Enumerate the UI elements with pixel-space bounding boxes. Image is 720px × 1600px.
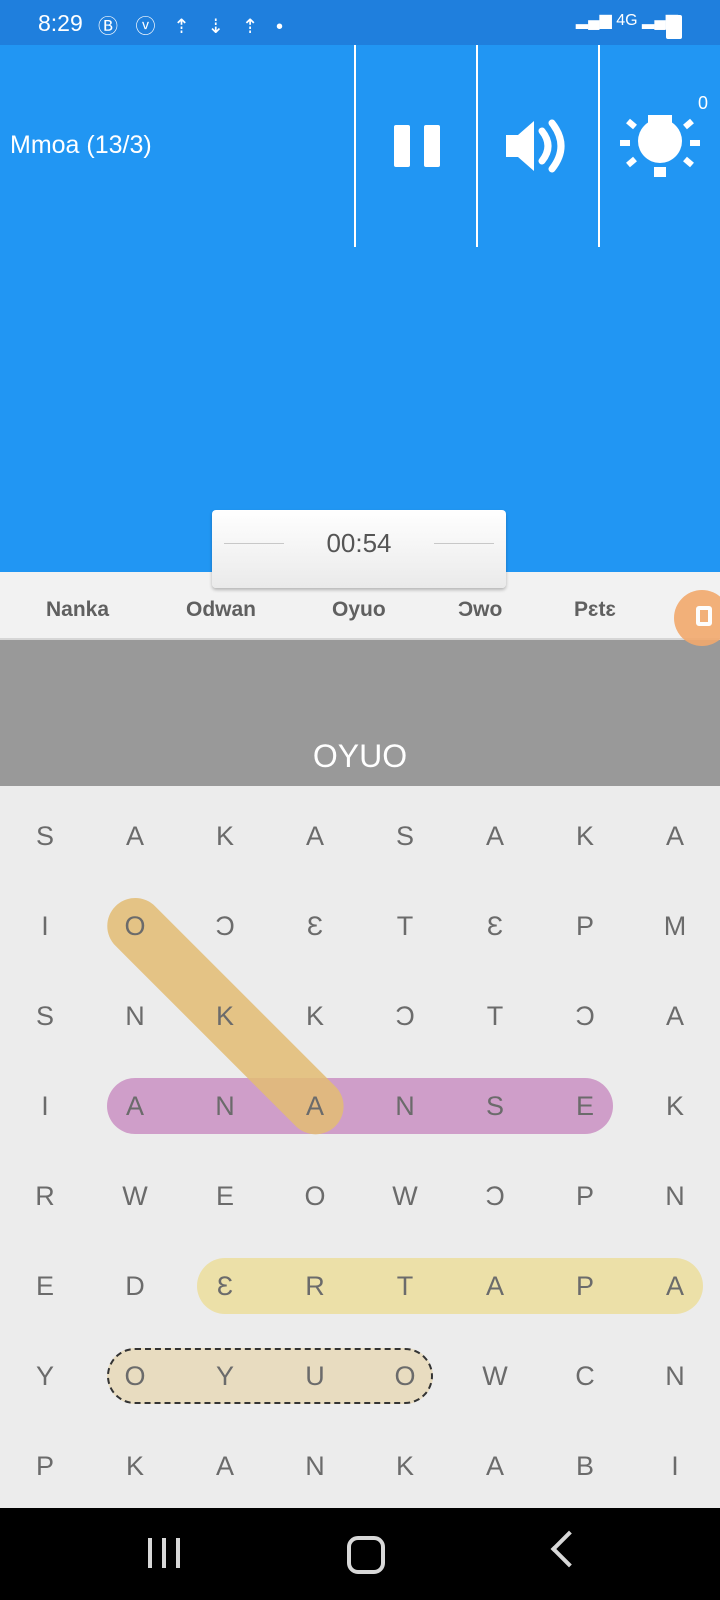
score-counter: 0	[697, 93, 708, 113]
grid-letter[interactable]: N	[270, 1436, 360, 1496]
grid-letter[interactable]: N	[630, 1346, 720, 1406]
level-title: Mmoa (13/3)	[10, 131, 152, 159]
current-word-bar: OYUO	[0, 640, 720, 786]
grid-letter[interactable]: O	[270, 1166, 360, 1226]
back-icon[interactable]	[550, 1530, 588, 1568]
word-item: Pɛtɛ	[574, 598, 616, 621]
grid-letter[interactable]: A	[180, 1436, 270, 1496]
grid-letter[interactable]: A	[270, 1076, 360, 1136]
grid-letter[interactable]: E	[180, 1166, 270, 1226]
grid-letter[interactable]: A	[630, 986, 720, 1046]
grid-letter[interactable]: E	[540, 1076, 630, 1136]
grid-letter[interactable]: T	[360, 1256, 450, 1316]
grid-letter[interactable]: Ɛ	[450, 896, 540, 956]
grid-letter[interactable]: K	[630, 1076, 720, 1136]
home-icon[interactable]	[347, 1536, 385, 1574]
grid-letter[interactable]: Y	[0, 1346, 90, 1406]
grid-letter[interactable]: S	[0, 986, 90, 1046]
grid-letter[interactable]: K	[540, 806, 630, 866]
grid-letter[interactable]: U	[270, 1346, 360, 1406]
grid-letter[interactable]: N	[180, 1076, 270, 1136]
grid-letter[interactable]: O	[360, 1346, 450, 1406]
grid-letter[interactable]: N	[630, 1166, 720, 1226]
grid-letter[interactable]: I	[0, 1076, 90, 1136]
network-type: 4G	[616, 12, 638, 29]
grid-letter[interactable]: R	[0, 1166, 90, 1226]
word-item: Odwan	[186, 598, 257, 621]
grid-letter[interactable]: A	[450, 806, 540, 866]
grid-letter[interactable]: A	[450, 1436, 540, 1496]
grid-letter[interactable]: D	[90, 1256, 180, 1316]
grid-letter[interactable]: Ɛ	[180, 1256, 270, 1316]
grid-letter[interactable]: P	[540, 1256, 630, 1316]
speaker-icon	[506, 119, 565, 173]
grid-letter[interactable]: I	[630, 1436, 720, 1496]
grid-letter[interactable]: W	[450, 1346, 540, 1406]
grid-letter[interactable]: O	[90, 1346, 180, 1406]
notification-icons: Ⓑ ⓥ ⇡ ⇣ ⇡ •	[98, 16, 290, 38]
timer-panel: 00:54	[212, 510, 506, 588]
status-bar: 8:29 Ⓑ ⓥ ⇡ ⇣ ⇡ • ▂▄▆ 4G ▂▄▆	[0, 0, 720, 45]
grid-letter[interactable]: C	[540, 1346, 630, 1406]
navigation-bar	[0, 1508, 720, 1600]
grid-letter[interactable]: K	[90, 1436, 180, 1496]
grid-letter[interactable]: S	[0, 806, 90, 866]
word-item: Nanka	[46, 598, 110, 621]
grid-letter[interactable]: K	[180, 986, 270, 1046]
grid-letter[interactable]: R	[270, 1256, 360, 1316]
letter-grid[interactable]: SAKASAKAIOƆƐTƐPMSNKKƆTƆAIANANSEKRWEOWƆPN…	[0, 786, 720, 1508]
status-time: 8:29	[38, 10, 83, 36]
pause-button[interactable]	[354, 45, 474, 247]
word-item: Oyuo	[332, 598, 386, 621]
grid-letter[interactable]: Ɔ	[360, 986, 450, 1046]
grid-letter[interactable]: T	[360, 896, 450, 956]
signal-icon: ▂▄▆ 4G ▂▄▆	[575, 12, 678, 29]
grid-letter[interactable]: K	[360, 1436, 450, 1496]
grid-letter[interactable]: O	[90, 896, 180, 956]
grid-letter[interactable]: N	[360, 1076, 450, 1136]
grid-letter[interactable]: A	[90, 806, 180, 866]
grid-letter[interactable]: K	[180, 806, 270, 866]
grid-letter[interactable]: P	[540, 896, 630, 956]
grid-letter[interactable]: Y	[180, 1346, 270, 1406]
grid-letter[interactable]: W	[90, 1166, 180, 1226]
grid-letter[interactable]: S	[360, 806, 450, 866]
grid-letter[interactable]: Ɔ	[180, 896, 270, 956]
current-word: OYUO	[312, 738, 408, 774]
grid-letter[interactable]: A	[630, 806, 720, 866]
grid-letter[interactable]: Ɛ	[270, 896, 360, 956]
grid-letter[interactable]: T	[450, 986, 540, 1046]
grid-letter[interactable]: W	[360, 1166, 450, 1226]
grid-letter[interactable]: S	[450, 1076, 540, 1136]
pause-icon	[394, 125, 440, 167]
grid-letter[interactable]: I	[0, 896, 90, 956]
lightbulb-icon	[620, 115, 700, 177]
grid-letter[interactable]: A	[630, 1256, 720, 1316]
game-toolbar: Mmoa (13/3) 0	[0, 45, 720, 248]
grid-letter[interactable]: M	[630, 896, 720, 956]
grid-letter[interactable]: P	[0, 1436, 90, 1496]
grid-letter[interactable]: E	[0, 1256, 90, 1316]
grid-letter[interactable]: P	[540, 1166, 630, 1226]
grid-letter[interactable]: N	[90, 986, 180, 1046]
word-item: Ɔwo	[458, 598, 503, 621]
grid-letter[interactable]: K	[270, 986, 360, 1046]
recents-icon[interactable]	[148, 1538, 182, 1568]
grid-letter[interactable]: B	[540, 1436, 630, 1496]
grid-letter[interactable]: Ɔ	[450, 1166, 540, 1226]
grid-letter[interactable]: A	[270, 806, 360, 866]
hint-button[interactable]: 0	[598, 45, 718, 247]
battery-icon	[666, 15, 682, 39]
sound-button[interactable]	[476, 45, 596, 247]
grid-letter[interactable]: Ɔ	[540, 986, 630, 1046]
grid-letter[interactable]: A	[450, 1256, 540, 1316]
grid-letter[interactable]: A	[90, 1076, 180, 1136]
